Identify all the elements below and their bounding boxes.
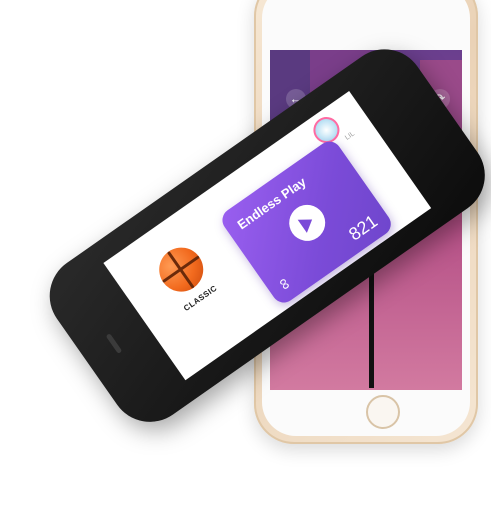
- speaker-grille: [105, 333, 123, 354]
- home-button[interactable]: [366, 395, 400, 429]
- side-tag: LIL: [344, 130, 357, 142]
